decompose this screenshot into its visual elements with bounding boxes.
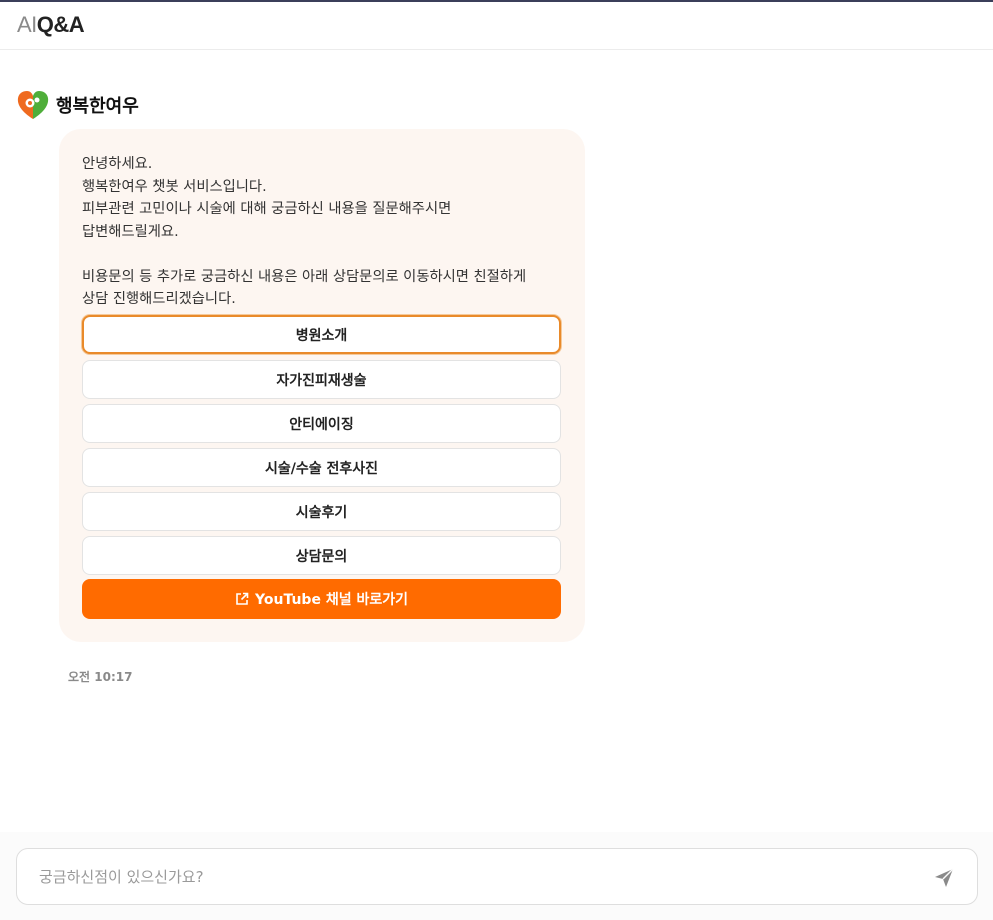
youtube-button-label: YouTube 채널 바로가기 [255, 592, 408, 608]
message-timestamp: 오전 10:17 [68, 670, 133, 684]
chat-input-bar [0, 832, 993, 920]
app-logo[interactable]: AIQ&A [17, 12, 85, 38]
youtube-channel-button[interactable]: YouTube 채널 바로가기 [82, 579, 561, 619]
option-consultation-button[interactable]: 상담문의 [82, 536, 561, 575]
message-line: 비용문의 등 추가로 궁금하신 내용은 아래 상담문의로 이동하시면 친절하게 [82, 268, 527, 285]
message-line: 피부관련 고민이나 시술에 대해 궁금하신 내용을 질문해주시면 [82, 201, 452, 217]
fox-heart-logo-icon [17, 91, 49, 119]
option-anti-aging-button[interactable]: 안티에이징 [82, 404, 561, 443]
message-line: 안녕하세요. [82, 156, 153, 172]
option-before-after-photos-button[interactable]: 시술/수술 전후사진 [82, 448, 561, 487]
chat-input-container [16, 848, 978, 905]
bot-identity: 행복한여우 [16, 88, 139, 122]
external-link-icon [236, 592, 249, 605]
bot-message-bubble: 안녕하세요. 행복한여우 챗봇 서비스입니다. 피부관련 고민이나 시술에 대해… [59, 129, 585, 642]
message-line: 상담 진행해드리겠습니다. [82, 291, 236, 307]
app-header: AIQ&A [0, 2, 993, 50]
option-hospital-intro-button[interactable]: 병원소개 [82, 315, 561, 354]
message-line: 행복한여우 챗봇 서비스입니다. [82, 178, 267, 195]
chat-input[interactable] [39, 849, 899, 904]
logo-ai-text: AI [17, 12, 37, 37]
bot-message-text: 안녕하세요. 행복한여우 챗봇 서비스입니다. 피부관련 고민이나 시술에 대해… [82, 153, 562, 311]
paper-plane-icon[interactable] [933, 867, 955, 889]
logo-qa-text: Q&A [36, 12, 85, 37]
bot-name: 행복한여우 [56, 96, 139, 117]
option-reviews-button[interactable]: 시술후기 [82, 492, 561, 531]
option-self-dermis-regeneration-button[interactable]: 자가진피재생술 [82, 360, 561, 399]
message-line: 답변해드릴게요. [82, 223, 179, 240]
